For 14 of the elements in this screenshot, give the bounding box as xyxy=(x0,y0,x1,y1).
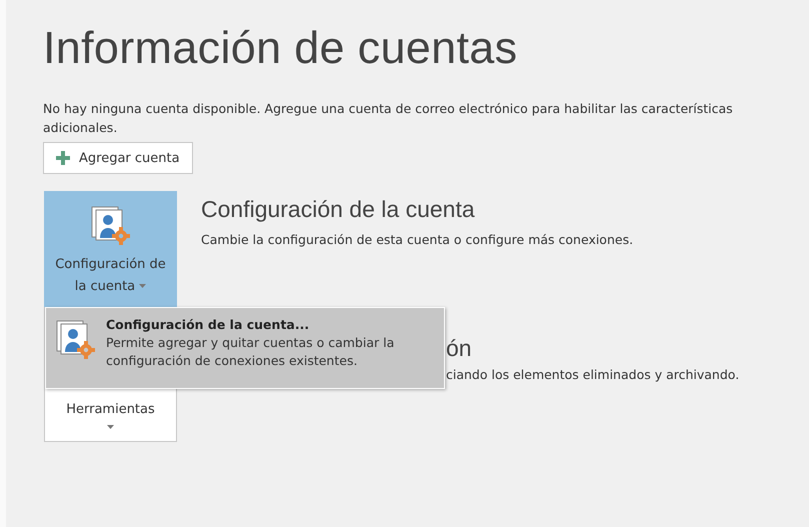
info-message: No hay ninguna cuenta disponible. Agregue una cuenta de correo electrónico para habilitar las características adicionales. xyxy=(43,100,734,137)
page-title: Información de cuentas xyxy=(43,22,518,74)
section-title: Configuración de la cuenta xyxy=(201,196,476,223)
caret-icon xyxy=(107,425,114,429)
plus-icon xyxy=(56,151,70,165)
caret-icon xyxy=(139,284,146,288)
account-settings-button[interactable]: Configuración de la cuenta xyxy=(44,191,177,307)
menu-item[interactable]: Configuración de la cuenta... Permite agregar y quitar cuentas o cambiar la configuración de conexiones existentes. xyxy=(46,308,444,388)
account-settings-icon xyxy=(90,206,130,246)
section-description: ciando los elementos eliminados y archivando. xyxy=(446,367,740,382)
section-description: Cambie la configuración de esta cuenta o configure más conexiones. xyxy=(201,232,634,247)
add-account-button[interactable]: Agregar cuenta xyxy=(43,142,193,174)
account-settings-icon xyxy=(56,320,96,360)
section-title: ón xyxy=(446,335,473,362)
